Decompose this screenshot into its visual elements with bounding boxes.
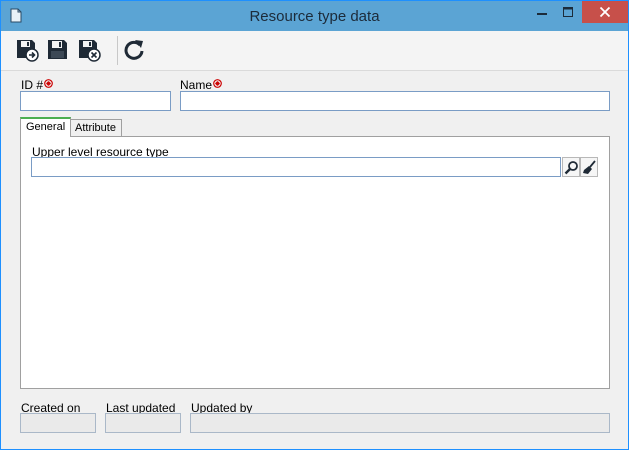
required-icon bbox=[213, 79, 222, 88]
dialog-window: Resource type data ID # Name General Att… bbox=[0, 0, 629, 450]
refresh-button[interactable] bbox=[122, 38, 146, 62]
id-input[interactable] bbox=[20, 91, 171, 111]
save-and-close-button[interactable] bbox=[77, 38, 101, 62]
maximize-icon bbox=[563, 7, 573, 17]
toolbar-separator bbox=[117, 36, 118, 65]
clear-field-button[interactable] bbox=[580, 157, 598, 177]
minimize-button[interactable] bbox=[529, 1, 555, 23]
name-input[interactable] bbox=[180, 91, 610, 111]
id-label: ID # bbox=[21, 78, 53, 92]
toolbar bbox=[1, 31, 628, 71]
save-icon bbox=[48, 40, 67, 59]
broom-icon bbox=[583, 160, 596, 174]
close-icon bbox=[599, 6, 611, 18]
title-bar[interactable]: Resource type data bbox=[1, 1, 628, 31]
save-button[interactable] bbox=[46, 38, 70, 62]
upper-level-resource-type-input[interactable] bbox=[31, 157, 561, 177]
save-and-new-icon bbox=[17, 40, 39, 62]
required-icon bbox=[44, 79, 53, 88]
maximize-button[interactable] bbox=[555, 1, 581, 23]
save-and-close-icon bbox=[79, 40, 101, 62]
name-label: Name bbox=[180, 78, 222, 92]
updated-by-field bbox=[190, 413, 610, 433]
minimize-icon bbox=[537, 13, 547, 15]
tab-general[interactable]: General bbox=[20, 117, 72, 137]
refresh-icon bbox=[124, 40, 144, 60]
created-on-field bbox=[20, 413, 96, 433]
save-and-new-button[interactable] bbox=[15, 38, 39, 62]
last-updated-field bbox=[105, 413, 181, 433]
search-icon bbox=[564, 161, 578, 175]
close-button[interactable] bbox=[582, 1, 628, 23]
search-button[interactable] bbox=[562, 157, 580, 177]
